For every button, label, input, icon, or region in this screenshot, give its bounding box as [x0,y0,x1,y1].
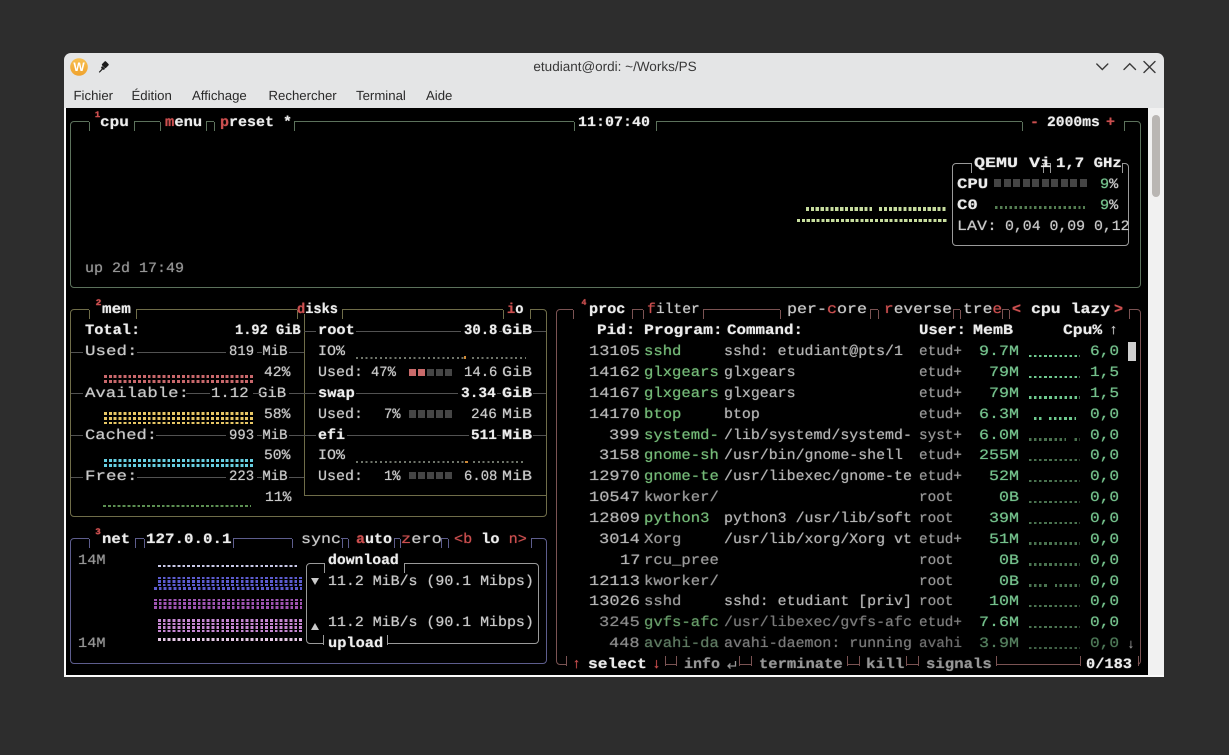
svg-text:W: W [74,60,86,74]
